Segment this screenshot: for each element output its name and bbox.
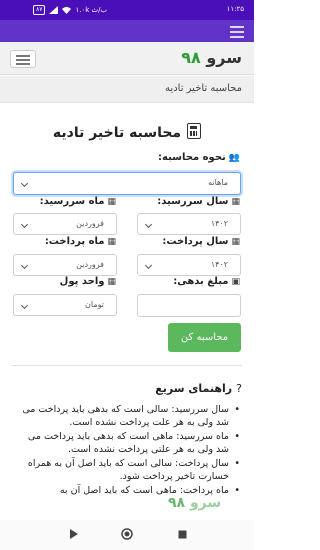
money-icon: ▣ — [231, 277, 240, 287]
battery-icon: ۸۷ — [33, 5, 46, 15]
chevron-down-icon — [20, 179, 29, 188]
method-label: 👥نحوه محاسبه: — [158, 152, 240, 163]
network-speed: ۱.۰k ب/ث — [75, 6, 108, 14]
breadcrumb-current[interactable]: محاسبه تاخیر تادیه — [165, 83, 242, 94]
brand-number: ۹۸ — [181, 48, 201, 67]
recents-icon[interactable] — [178, 530, 187, 539]
chevron-down-icon — [144, 261, 153, 270]
home-icon[interactable] — [121, 528, 133, 540]
watermark-logo: سرو ۹۸ — [168, 495, 222, 511]
calendar-icon: ▦ — [231, 237, 240, 247]
guide-list: سال سررسید: سالی است که بدهی باید پرداخت… — [18, 403, 240, 498]
status-left: ۸۷ ۱.۰k ب/ث — [33, 5, 107, 15]
signal-icon — [49, 6, 59, 14]
calendar-icon: ▦ — [107, 197, 116, 207]
clock: ۱۱:۲۵ — [226, 5, 244, 13]
method-select[interactable]: ماهانه — [13, 172, 241, 195]
divider — [12, 365, 242, 366]
back-icon[interactable] — [70, 529, 78, 539]
calendar-icon: ▦ — [107, 237, 116, 247]
pay-month-label: ▦ماه پرداخت: — [44, 236, 116, 247]
debt-label: ▣مبلغ بدهی: — [173, 276, 240, 287]
brand-text: سرو — [206, 48, 242, 67]
calculate-button[interactable]: محاسبه کن — [168, 323, 241, 352]
pay-year-select[interactable]: ۱۴۰۲ — [137, 254, 241, 276]
debt-amount-input[interactable] — [137, 294, 241, 317]
status-bar: ۸۷ ۱.۰k ب/ث ۱۱:۲۵ — [0, 0, 254, 20]
currency-label: ▦واحد پول — [59, 276, 116, 287]
pay-year-label: ▦سال پرداخت: — [162, 236, 240, 247]
question-icon: ? — [236, 382, 242, 395]
calculator-icon — [187, 123, 202, 139]
guide-item: سال سررسید: سالی است که بدهی باید پرداخت… — [18, 403, 240, 429]
currency-select[interactable]: تومان — [13, 294, 117, 316]
site-logo[interactable]: سرو ۹۸ — [181, 48, 242, 67]
system-nav-bar — [0, 520, 254, 550]
chevron-down-icon — [20, 261, 29, 270]
guide-item: سال پرداخت: سالی است که باید اصل آن به ه… — [18, 457, 240, 483]
site-navbar: سرو ۹۸ — [0, 42, 254, 75]
app-menu-icon[interactable] — [230, 26, 244, 41]
users-icon: 👥 — [228, 153, 240, 163]
chevron-down-icon — [20, 220, 29, 229]
due-year-label: ▦سال سررسید: — [157, 196, 240, 207]
pay-month-select[interactable]: فروردین — [13, 254, 117, 276]
wifi-icon — [62, 7, 72, 14]
guide-item: ماه سررسید: ماهی است که بدهی باید پرداخت… — [18, 430, 240, 456]
due-year-select[interactable]: ۱۴۰۲ — [137, 213, 241, 235]
hamburger-icon[interactable] — [10, 50, 36, 68]
chevron-down-icon — [144, 220, 153, 229]
calendar-icon: ▦ — [231, 197, 240, 207]
chevron-down-icon — [20, 301, 29, 310]
guide-title: ?راهنمای سریع — [155, 382, 242, 395]
breadcrumb: محاسبه تاخیر تادیه — [0, 76, 254, 103]
due-month-select[interactable]: فروردین — [13, 213, 117, 235]
calendar-icon: ▦ — [107, 277, 116, 287]
page-title: محاسبه تاخیر تادیه — [0, 123, 254, 141]
due-month-label: ▦ماه سررسید: — [39, 196, 116, 207]
app-top-strip — [0, 20, 254, 42]
